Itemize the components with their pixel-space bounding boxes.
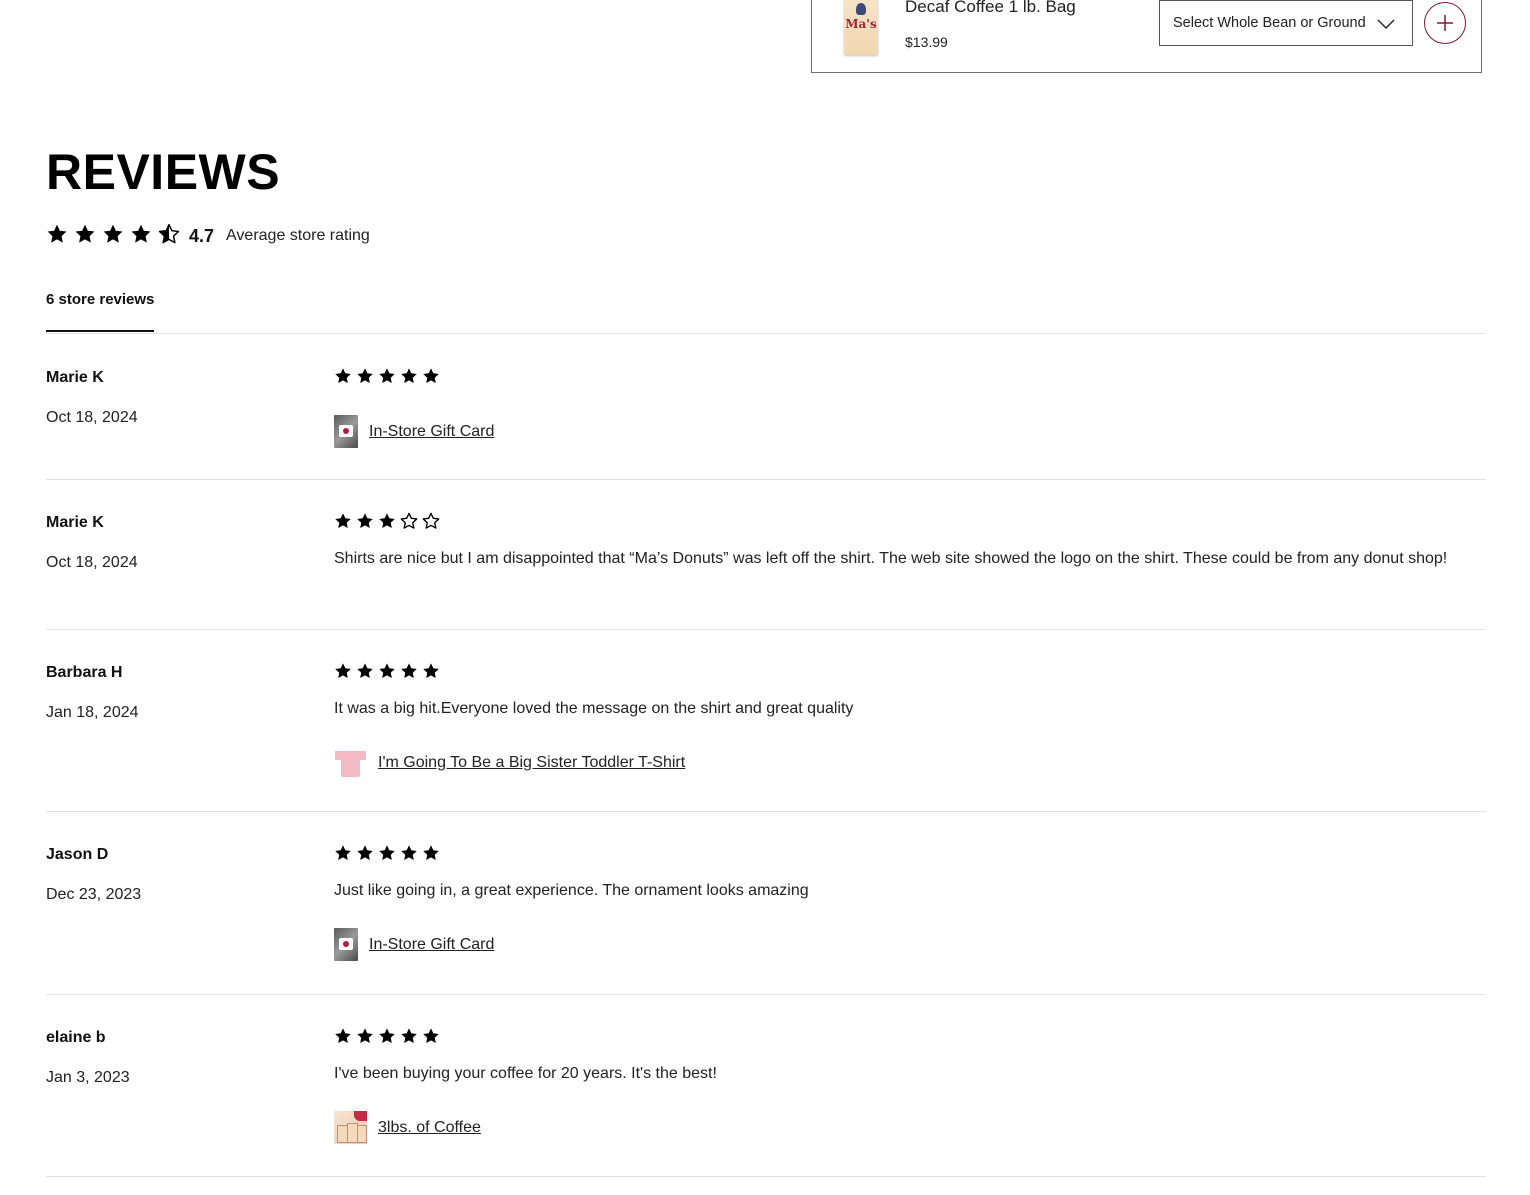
- reviewed-product-link[interactable]: In-Store Gift Card: [369, 423, 494, 441]
- star-filled-icon: [357, 368, 373, 384]
- coffee-bag-icon: [357, 1125, 367, 1143]
- reviewed-product: In-Store Gift Card: [334, 928, 494, 961]
- star-empty-icon: [400, 512, 418, 529]
- star-filled-icon: [103, 224, 123, 243]
- star-filled-icon: [379, 1028, 395, 1044]
- star-filled-icon: [357, 663, 373, 679]
- review-rating-stars: [334, 844, 440, 862]
- star-filled-icon: [335, 513, 351, 529]
- review-author: elaine b: [46, 1029, 106, 1046]
- review-date: Jan 3, 2023: [46, 1069, 130, 1086]
- gift-card-thumbnail: [334, 415, 358, 448]
- star-filled-icon: [335, 663, 351, 679]
- review-author: Jason D: [46, 846, 109, 863]
- grind-select[interactable]: Select Whole Bean or Ground: [1159, 0, 1413, 46]
- review-author: Marie K: [46, 369, 104, 386]
- star-filled-icon: [401, 368, 417, 384]
- star-half-icon: [158, 223, 180, 244]
- review-item: Marie K Oct 18, 2024 In-Store Gift Card: [46, 335, 1486, 480]
- review-date: Oct 18, 2024: [46, 554, 138, 571]
- rating-summary: 4.7 Average store rating: [46, 220, 370, 248]
- star-filled-icon: [379, 513, 395, 529]
- star-filled-icon: [401, 663, 417, 679]
- plus-icon: [1437, 15, 1453, 31]
- product-thumb-brand: Ma's: [845, 17, 877, 31]
- tab-divider: [46, 333, 1486, 334]
- tshirt-thumbnail: [334, 746, 367, 779]
- star-filled-icon: [423, 368, 439, 384]
- review-item: Marie K Oct 18, 2024 Shirts are nice but I…: [46, 480, 1486, 630]
- reviewed-product-link[interactable]: 3lbs. of Coffee: [378, 1119, 481, 1137]
- review-text: I've been buying your coffee for 20 year…: [334, 1065, 717, 1082]
- ribbon-icon: [354, 1111, 367, 1121]
- review-date: Dec 23, 2023: [46, 886, 142, 903]
- product-price: $13.99: [905, 34, 948, 50]
- reviewed-product: I'm Going To Be a Big Sister Toddler T-S…: [334, 746, 685, 779]
- star-filled-icon: [401, 1028, 417, 1044]
- reviewed-product: In-Store Gift Card: [334, 415, 494, 448]
- tab-store-reviews[interactable]: 6 store reviews: [46, 291, 155, 332]
- chevron-down-icon: [1377, 19, 1395, 29]
- reviewed-product-link[interactable]: I'm Going To Be a Big Sister Toddler T-S…: [378, 754, 685, 772]
- star-filled-icon: [379, 845, 395, 861]
- review-date: Jan 18, 2024: [46, 704, 139, 721]
- product-name: Decaf Coffee 1 lb. Bag: [905, 0, 1076, 16]
- mascot-icon: [856, 3, 866, 15]
- star-filled-icon: [423, 1028, 439, 1044]
- review-item: Jason D Dec 23, 2023 Just like going in, a…: [46, 812, 1486, 995]
- review-text: Just like going in, a great experience. …: [334, 882, 809, 899]
- logo-icon: [343, 428, 349, 434]
- grind-select-value: Select Whole Bean or Ground: [1173, 15, 1366, 31]
- review-author: Marie K: [46, 514, 104, 531]
- add-to-cart-button[interactable]: [1424, 2, 1466, 44]
- star-filled-icon: [379, 663, 395, 679]
- review-text: Shirts are nice but I am disappointed th…: [334, 550, 1448, 567]
- star-filled-icon: [335, 845, 351, 861]
- average-rating-stars: [46, 223, 180, 245]
- reviews-title: REVIEWS: [46, 144, 281, 200]
- review-rating-stars: [334, 662, 440, 680]
- star-filled-icon: [357, 513, 373, 529]
- star-filled-icon: [401, 845, 417, 861]
- reviewed-product-link[interactable]: In-Store Gift Card: [369, 936, 494, 954]
- review-date: Oct 18, 2024: [46, 409, 138, 426]
- star-filled-icon: [423, 663, 439, 679]
- review-text: It was a big hit.Everyone loved the mess…: [334, 700, 854, 717]
- star-filled-icon: [47, 224, 67, 243]
- review-rating-stars: [334, 1027, 440, 1045]
- star-filled-icon: [75, 224, 95, 243]
- star-filled-icon: [335, 368, 351, 384]
- review-rating-stars: [334, 512, 440, 530]
- star-filled-icon: [379, 368, 395, 384]
- star-filled-icon: [423, 845, 439, 861]
- average-rating-label: Average store rating: [226, 227, 370, 244]
- logo-icon: [343, 941, 349, 947]
- star-filled-icon: [335, 1028, 351, 1044]
- review-author: Barbara H: [46, 664, 123, 681]
- review-rating-stars: [334, 367, 440, 385]
- review-item: elaine b Jan 3, 2023 I've been buying your…: [46, 995, 1486, 1177]
- tshirt-icon: [341, 751, 360, 777]
- star-empty-icon: [422, 512, 440, 529]
- star-filled-icon: [131, 224, 151, 243]
- star-filled-icon: [357, 1028, 373, 1044]
- coffee-bags-thumbnail: [334, 1111, 367, 1144]
- reviewed-product: 3lbs. of Coffee: [334, 1111, 481, 1144]
- product-card: Ma's Decaf Coffee 1 lb. Bag $13.99 Selec…: [811, 0, 1482, 73]
- product-thumbnail[interactable]: Ma's: [844, 0, 878, 55]
- star-filled-icon: [357, 845, 373, 861]
- gift-card-thumbnail: [334, 928, 358, 961]
- review-item: Barbara H Jan 18, 2024 It was a big hit.Ev…: [46, 630, 1486, 812]
- average-rating-value: 4.7: [189, 225, 215, 246]
